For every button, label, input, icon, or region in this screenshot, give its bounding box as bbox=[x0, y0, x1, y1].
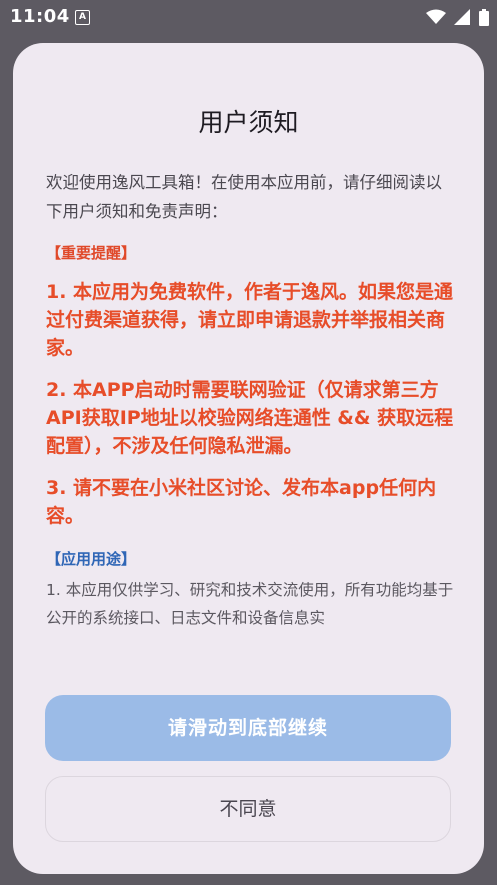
intro-text: 欢迎使用逸风工具箱！在使用本应用前，请仔细阅读以下用户须知和免责声明： bbox=[46, 173, 442, 221]
disagree-button[interactable]: 不同意 bbox=[45, 776, 451, 842]
important-item: 1. 本应用为免费软件，作者于逸风。如果您是通过付费渠道获得，请立即申请退款并举… bbox=[46, 281, 454, 359]
usage-heading: 【应用用途】 bbox=[46, 550, 137, 568]
status-bar: 11:04 A bbox=[0, 0, 497, 36]
important-item: 3. 请不要在小米社区讨论、发布本app任何内容。 bbox=[46, 477, 437, 527]
wifi-icon bbox=[425, 9, 446, 24]
notification-icon: A bbox=[75, 10, 90, 25]
important-heading: 【重要提醒】 bbox=[46, 244, 137, 262]
notice-scroll-content[interactable]: 欢迎使用逸风工具箱！在使用本应用前，请仔细阅读以下用户须知和免责声明： 【重要提… bbox=[46, 168, 458, 658]
important-item: 2. 本APP启动时需要联网验证（仅请求第三方API获取IP地址以校验网络连通性… bbox=[46, 379, 454, 457]
dialog-title: 用户须知 bbox=[198, 108, 299, 137]
status-time: 11:04 bbox=[10, 6, 70, 27]
usage-item: 1. 本应用仅供学习、研究和技术交流使用，所有功能均基于公开的系统接口、日志文件… bbox=[46, 581, 454, 627]
user-notice-dialog: 用户须知 欢迎使用逸风工具箱！在使用本应用前，请仔细阅读以下用户须知和免责声明：… bbox=[13, 43, 484, 874]
signal-icon bbox=[454, 9, 471, 25]
continue-button[interactable]: 请滑动到底部继续 bbox=[45, 695, 451, 761]
status-icons bbox=[423, 6, 489, 27]
battery-icon bbox=[479, 8, 489, 26]
